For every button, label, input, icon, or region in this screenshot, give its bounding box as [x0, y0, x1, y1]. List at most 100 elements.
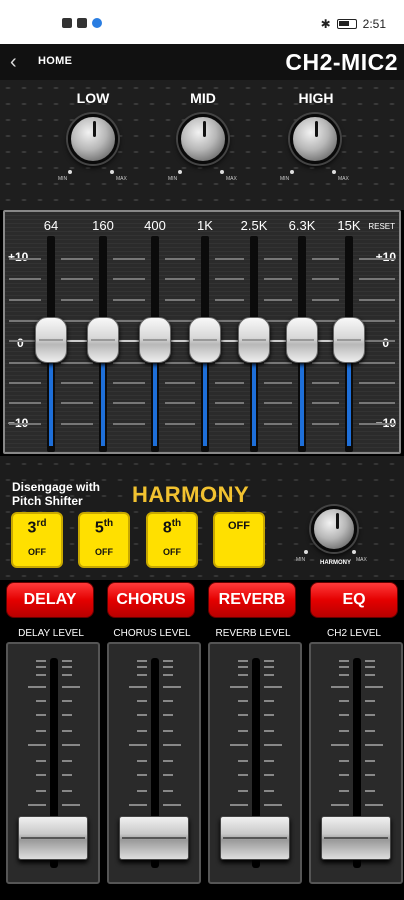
- fader-tick: [339, 730, 349, 732]
- fader-thumb[interactable]: [119, 816, 189, 860]
- home-link[interactable]: HOME: [38, 55, 72, 67]
- eq-gridline: [61, 362, 77, 364]
- eq-freq-label: 6.3K: [288, 218, 316, 233]
- eq-gridline: [77, 278, 93, 280]
- eq-slider-thumb[interactable]: [238, 317, 270, 363]
- note-line: Disengage with: [12, 480, 101, 494]
- fader-tick: [62, 660, 72, 662]
- fader-tick: [62, 730, 72, 732]
- eq-gridline: [77, 362, 93, 364]
- eq-gridline: [371, 362, 395, 364]
- note-line: Pitch Shifter: [12, 494, 83, 508]
- fader-tick: [339, 774, 349, 776]
- fader-tick: [264, 660, 274, 662]
- fader-tick: [238, 666, 248, 668]
- max-dot-icon: [352, 550, 356, 554]
- eq-scale-mid-right: 0: [382, 336, 389, 350]
- reverb-level-fader[interactable]: [208, 642, 302, 884]
- fader-tick: [365, 730, 375, 732]
- max-dot-icon: [332, 170, 336, 174]
- eq-gridline: [323, 362, 339, 364]
- harmony-5th-button[interactable]: 5th OFF: [78, 512, 130, 568]
- eq-gridline: [228, 382, 244, 384]
- eq-gridline: [113, 382, 129, 384]
- eq-gridline: [113, 402, 129, 404]
- eq-gridline: [61, 299, 77, 301]
- fader-tick: [137, 760, 147, 762]
- eq-slider-thumb[interactable]: [189, 317, 221, 363]
- fader-tick: [331, 686, 349, 688]
- chorus-level-fader[interactable]: [107, 642, 201, 884]
- eq-gridline: [323, 299, 339, 301]
- fader-tick: [62, 700, 72, 702]
- harmony-knob[interactable]: [311, 506, 357, 552]
- fader-tick: [230, 686, 248, 688]
- eq-gridline: [179, 278, 195, 280]
- eq-gridline: [228, 423, 244, 425]
- eq-gridline: [276, 423, 292, 425]
- fader-tick: [62, 790, 72, 792]
- chat-icon: [92, 18, 102, 28]
- mid-knob[interactable]: [178, 114, 228, 164]
- fader-tick: [163, 730, 173, 732]
- fader-tick: [163, 674, 173, 676]
- harmony-interval: 8th: [148, 518, 196, 537]
- eq-slider-thumb[interactable]: [139, 317, 171, 363]
- eq-slider-thumb[interactable]: [35, 317, 67, 363]
- fader-thumb[interactable]: [321, 816, 391, 860]
- fader-tick: [137, 730, 147, 732]
- harmony-8th-button[interactable]: 8th OFF: [146, 512, 198, 568]
- fader-tick: [62, 804, 80, 806]
- reverb-button[interactable]: REVERB: [208, 582, 296, 618]
- fader-tick: [365, 714, 375, 716]
- eq-gridline: [61, 382, 77, 384]
- min-label: MIN: [168, 176, 178, 182]
- fader-tick: [264, 804, 282, 806]
- ch2-level-fader[interactable]: [309, 642, 403, 884]
- low-knob[interactable]: [68, 114, 118, 164]
- fader-tick: [28, 686, 46, 688]
- fader-tick: [339, 666, 349, 668]
- eq-slider-thumb[interactable]: [87, 317, 119, 363]
- fader-tick: [365, 774, 375, 776]
- bluetooth-icon: ✱: [320, 17, 331, 31]
- fader-tick: [62, 686, 80, 688]
- fader-tick: [238, 760, 248, 762]
- high-knob[interactable]: [290, 114, 340, 164]
- fader-tick: [339, 714, 349, 716]
- eq-reset-button[interactable]: RESET: [368, 222, 395, 231]
- min-dot-icon: [178, 170, 182, 174]
- battery-icon: [336, 19, 357, 29]
- eq-gridline: [228, 278, 244, 280]
- fader-tick: [264, 744, 282, 746]
- chorus-button[interactable]: CHORUS: [107, 582, 195, 618]
- harmony-panel: Disengage with Pitch Shifter HARMONY 3rd…: [0, 456, 404, 580]
- back-icon[interactable]: ‹: [10, 51, 17, 74]
- harmony-state: OFF: [95, 547, 113, 558]
- knob-label-high: HIGH: [298, 90, 334, 106]
- fader-thumb[interactable]: [18, 816, 88, 860]
- delay-button[interactable]: DELAY: [6, 582, 94, 618]
- fader-tick: [129, 686, 147, 688]
- harmony-off-button[interactable]: OFF: [213, 512, 265, 568]
- fader-tick: [137, 714, 147, 716]
- eq-gridline: [371, 402, 395, 404]
- eq-button[interactable]: EQ: [310, 582, 398, 618]
- eq-gridline: [25, 258, 41, 260]
- fader-tick: [28, 744, 46, 746]
- delay-level-fader[interactable]: [6, 642, 100, 884]
- harmony-3rd-button[interactable]: 3rd OFF: [11, 512, 63, 568]
- fader-tick: [238, 730, 248, 732]
- eq-gridline: [228, 299, 244, 301]
- max-label: MAX: [226, 176, 237, 182]
- eq-slider-thumb[interactable]: [333, 317, 365, 363]
- eq-gridline: [179, 423, 195, 425]
- notification-icon: [62, 18, 72, 28]
- fader-tick: [238, 674, 248, 676]
- eq-gridline: [276, 299, 292, 301]
- fader-thumb[interactable]: [220, 816, 290, 860]
- fader-tick: [137, 660, 147, 662]
- eq-slider-thumb[interactable]: [286, 317, 318, 363]
- fader-tick: [331, 804, 349, 806]
- fader-tick: [36, 660, 46, 662]
